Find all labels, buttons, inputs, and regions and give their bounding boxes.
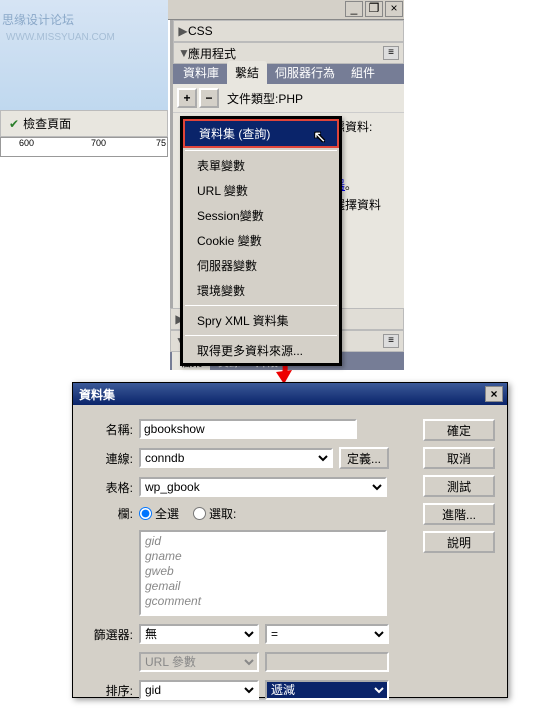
name-label: 名稱: xyxy=(85,421,139,438)
tab-server-behaviors[interactable]: 伺服器行為 xyxy=(267,61,343,84)
list-item[interactable]: gid xyxy=(145,534,381,549)
restore-button[interactable]: ❐ xyxy=(365,1,383,17)
filter-field-select[interactable]: 無 xyxy=(139,624,259,644)
watermark-url: WWW.MISSYUAN.COM xyxy=(6,32,115,43)
app-tabs: 資料庫 繫結 伺服器行為 組件 xyxy=(173,64,404,84)
sort-field-select[interactable]: gid xyxy=(139,680,259,700)
cancel-button[interactable]: 取消 xyxy=(423,447,495,469)
table-select[interactable]: wp_gbook xyxy=(139,477,387,497)
check-page-label[interactable]: 檢查頁面 xyxy=(23,115,71,132)
menu-item-form-var[interactable]: 表單變數 xyxy=(183,153,339,178)
expand-icon: ▶ xyxy=(178,24,188,38)
css-panel-header[interactable]: ▶ CSS xyxy=(173,20,404,42)
minimize-button[interactable]: _ xyxy=(345,1,363,17)
recordset-dialog: 資料集 × 名稱: 連線: conndb 定義... 表格: wp_gbook xyxy=(72,382,508,698)
add-button[interactable]: + xyxy=(177,88,197,108)
doc-type-label: 文件類型:PHP xyxy=(227,90,303,107)
collapse-icon: ▼ xyxy=(178,46,188,60)
columns-listbox[interactable]: gid gname gweb gemail gcomment xyxy=(139,530,387,616)
list-item[interactable]: gcomment xyxy=(145,594,381,609)
tab-database[interactable]: 資料庫 xyxy=(175,61,227,84)
check-icon: ✔ xyxy=(9,117,19,131)
menu-item-recordset[interactable]: 資料集 (查詢) xyxy=(185,121,337,146)
filter-param-input[interactable] xyxy=(265,652,389,672)
tab-bindings[interactable]: 繫結 xyxy=(227,61,267,84)
ok-button[interactable]: 確定 xyxy=(423,419,495,441)
css-panel-title: CSS xyxy=(188,24,213,38)
tab-components[interactable]: 組件 xyxy=(343,61,383,84)
list-item[interactable]: gweb xyxy=(145,564,381,579)
panel-menu-button[interactable]: ≡ xyxy=(383,46,399,60)
add-binding-menu: 資料集 (查詢) ↖ 表單變數 URL 變數 Session變數 Cookie … xyxy=(180,116,342,366)
app-panel-title: 應用程式 xyxy=(188,45,236,62)
all-radio[interactable] xyxy=(139,507,152,520)
menu-item-spry-xml[interactable]: Spry XML 資料集 xyxy=(183,308,339,333)
connection-select[interactable]: conndb xyxy=(139,448,333,468)
select-radio[interactable] xyxy=(193,507,206,520)
help-button[interactable]: 說明 xyxy=(423,531,495,553)
sort-label: 排序: xyxy=(85,682,139,699)
menu-item-env-var[interactable]: 環境變數 xyxy=(183,278,339,303)
window-controls: _ ❐ × xyxy=(168,0,404,20)
name-input[interactable] xyxy=(139,419,357,439)
filter-op-select[interactable]: = xyxy=(265,624,389,644)
close-button[interactable]: × xyxy=(385,1,403,17)
test-button[interactable]: 測試 xyxy=(423,475,495,497)
panel-menu-button[interactable]: ≡ xyxy=(383,334,399,348)
menu-item-cookie-var[interactable]: Cookie 變數 xyxy=(183,228,339,253)
list-item[interactable]: gname xyxy=(145,549,381,564)
dialog-title: 資料集 xyxy=(77,386,485,403)
filter-param-type-select[interactable]: URL 參數 xyxy=(139,652,259,672)
menu-item-server-var[interactable]: 伺服器變數 xyxy=(183,253,339,278)
filter-label: 篩選器: xyxy=(85,626,139,643)
menu-item-more-sources[interactable]: 取得更多資料來源... xyxy=(183,338,339,363)
remove-button[interactable]: − xyxy=(199,88,219,108)
columns-label: 欄: xyxy=(85,505,139,522)
conn-label: 連線: xyxy=(85,450,139,467)
advanced-button[interactable]: 進階... xyxy=(423,503,495,525)
sort-dir-select[interactable]: 遞減 xyxy=(265,680,389,700)
ruler: 600 700 75 xyxy=(0,137,168,157)
table-label: 表格: xyxy=(85,479,139,496)
dialog-close-button[interactable]: × xyxy=(485,386,503,402)
list-item[interactable]: gemail xyxy=(145,579,381,594)
menu-item-session-var[interactable]: Session變數 xyxy=(183,203,339,228)
define-button[interactable]: 定義... xyxy=(339,447,389,469)
watermark-text: 思缘设计论坛 xyxy=(2,13,74,27)
menu-item-url-var[interactable]: URL 變數 xyxy=(183,178,339,203)
